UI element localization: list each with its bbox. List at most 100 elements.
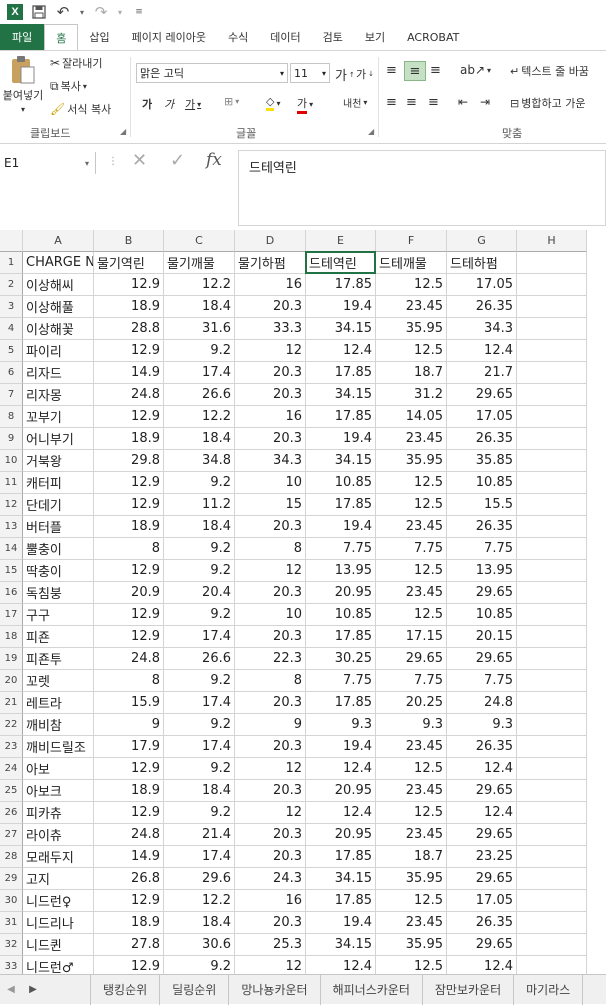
row-header[interactable]: 20 xyxy=(0,670,23,692)
data-cell[interactable]: 29.65 xyxy=(447,934,517,956)
tab-insert[interactable]: 삽입 xyxy=(78,24,120,50)
data-cell[interactable]: 피카츄 xyxy=(23,802,94,824)
data-cell[interactable]: 19.4 xyxy=(306,736,376,758)
data-cell[interactable]: 12.4 xyxy=(306,956,376,974)
data-cell[interactable]: 29.8 xyxy=(94,450,164,472)
row-header[interactable]: 11 xyxy=(0,472,23,494)
data-cell[interactable]: 25.3 xyxy=(235,934,306,956)
data-cell[interactable]: 8 xyxy=(235,538,306,560)
data-cell[interactable]: 31.2 xyxy=(376,384,447,406)
data-cell[interactable]: 30.25 xyxy=(306,648,376,670)
data-cell[interactable]: 12.4 xyxy=(306,340,376,362)
data-cell[interactable]: 29.65 xyxy=(447,868,517,890)
row-header[interactable]: 26 xyxy=(0,802,23,824)
data-cell[interactable]: 이상해꽃 xyxy=(23,318,94,340)
row-header[interactable]: 18 xyxy=(0,626,23,648)
data-cell[interactable]: 10 xyxy=(235,604,306,626)
data-cell[interactable]: 24.8 xyxy=(94,384,164,406)
data-cell[interactable]: 14.9 xyxy=(94,362,164,384)
undo-icon[interactable]: ↶ xyxy=(54,3,72,21)
data-cell[interactable] xyxy=(517,516,587,538)
data-cell[interactable]: 23.45 xyxy=(376,428,447,450)
italic-button[interactable]: 가 xyxy=(164,96,174,112)
data-cell[interactable]: 21.4 xyxy=(164,824,235,846)
data-cell[interactable]: 12.5 xyxy=(376,956,447,974)
row-header[interactable]: 15 xyxy=(0,560,23,582)
data-cell[interactable]: 35.85 xyxy=(447,450,517,472)
row-header[interactable]: 33 xyxy=(0,956,23,974)
row-header[interactable]: 13 xyxy=(0,516,23,538)
data-cell[interactable]: 17.05 xyxy=(447,274,517,296)
data-cell[interactable]: 니드리나 xyxy=(23,912,94,934)
row-header[interactable]: 12 xyxy=(0,494,23,516)
data-cell[interactable]: 29.65 xyxy=(447,824,517,846)
data-cell[interactable]: 35.95 xyxy=(376,868,447,890)
data-cell[interactable]: 9.2 xyxy=(164,538,235,560)
data-cell[interactable]: 리자몽 xyxy=(23,384,94,406)
data-cell[interactable]: 7.75 xyxy=(447,538,517,560)
align-right-button[interactable]: ≡ xyxy=(428,95,439,110)
row-header[interactable]: 6 xyxy=(0,362,23,384)
data-cell[interactable]: 17.85 xyxy=(306,274,376,296)
data-cell[interactable]: 뿔충이 xyxy=(23,538,94,560)
data-cell[interactable]: 독침붕 xyxy=(23,582,94,604)
data-cell[interactable]: 9.2 xyxy=(164,758,235,780)
data-cell[interactable] xyxy=(517,472,587,494)
data-cell[interactable]: 7.75 xyxy=(376,538,447,560)
data-cell[interactable]: 22.3 xyxy=(235,648,306,670)
data-cell[interactable]: 26.6 xyxy=(164,648,235,670)
data-cell[interactable]: 9.3 xyxy=(306,714,376,736)
scroll-left-icon[interactable]: ◀ xyxy=(0,984,22,995)
data-cell[interactable] xyxy=(517,450,587,472)
data-cell[interactable]: 모래두지 xyxy=(23,846,94,868)
data-cell[interactable]: 18.9 xyxy=(94,428,164,450)
data-cell[interactable]: 라이츄 xyxy=(23,824,94,846)
data-cell[interactable]: 12.5 xyxy=(376,802,447,824)
data-cell[interactable]: 29.6 xyxy=(164,868,235,890)
data-cell[interactable] xyxy=(517,274,587,296)
data-cell[interactable]: 12.9 xyxy=(94,604,164,626)
data-cell[interactable]: 거북왕 xyxy=(23,450,94,472)
orientation-button[interactable]: ab↗ ▾ xyxy=(460,63,491,77)
underline-button[interactable]: 가 ▾ xyxy=(185,96,201,112)
data-cell[interactable]: 24.8 xyxy=(447,692,517,714)
data-cell[interactable]: 11.2 xyxy=(164,494,235,516)
spreadsheet-grid[interactable]: ABCDEFGH 1CHARGE NAME물기역린물기깨물물기하펌드테역린드테깨물… xyxy=(0,230,606,974)
data-cell[interactable]: 15 xyxy=(235,494,306,516)
data-cell[interactable]: 꼬부기 xyxy=(23,406,94,428)
data-cell[interactable]: 17.85 xyxy=(306,362,376,384)
row-header[interactable]: 10 xyxy=(0,450,23,472)
data-cell[interactable]: 꼬렛 xyxy=(23,670,94,692)
data-cell[interactable]: 29.65 xyxy=(447,780,517,802)
bold-button[interactable]: 가 xyxy=(142,96,152,112)
data-cell[interactable]: 9 xyxy=(94,714,164,736)
wrap-text-button[interactable]: ↵ 텍스트 줄 바꿈 xyxy=(510,63,589,79)
data-cell[interactable]: 13.95 xyxy=(447,560,517,582)
data-cell[interactable]: 17.9 xyxy=(94,736,164,758)
sheet-tab-tyranitar-counter[interactable]: 마기라스 xyxy=(514,974,584,1005)
data-cell[interactable]: 20.95 xyxy=(306,780,376,802)
data-cell[interactable]: 12.5 xyxy=(376,494,447,516)
data-cell[interactable]: 9.3 xyxy=(447,714,517,736)
header-cell[interactable] xyxy=(517,252,587,274)
data-cell[interactable] xyxy=(517,626,587,648)
data-cell[interactable] xyxy=(517,538,587,560)
align-center-button[interactable]: ≡ xyxy=(406,95,417,110)
data-cell[interactable] xyxy=(517,714,587,736)
data-cell[interactable]: 24.8 xyxy=(94,648,164,670)
data-cell[interactable]: 20.15 xyxy=(447,626,517,648)
data-cell[interactable]: 12 xyxy=(235,560,306,582)
data-cell[interactable]: 20.4 xyxy=(164,582,235,604)
data-cell[interactable]: 17.4 xyxy=(164,692,235,714)
data-cell[interactable]: 12.9 xyxy=(94,406,164,428)
data-cell[interactable]: 버터플 xyxy=(23,516,94,538)
header-cell[interactable]: 물기역린 xyxy=(94,252,164,274)
data-cell[interactable]: 13.95 xyxy=(306,560,376,582)
data-cell[interactable]: 28.8 xyxy=(94,318,164,340)
row-header[interactable]: 29 xyxy=(0,868,23,890)
row-header[interactable]: 9 xyxy=(0,428,23,450)
data-cell[interactable]: 깨비드릴조 xyxy=(23,736,94,758)
data-cell[interactable]: 27.8 xyxy=(94,934,164,956)
tab-file[interactable]: 파일 xyxy=(0,24,45,50)
data-cell[interactable]: 파이리 xyxy=(23,340,94,362)
